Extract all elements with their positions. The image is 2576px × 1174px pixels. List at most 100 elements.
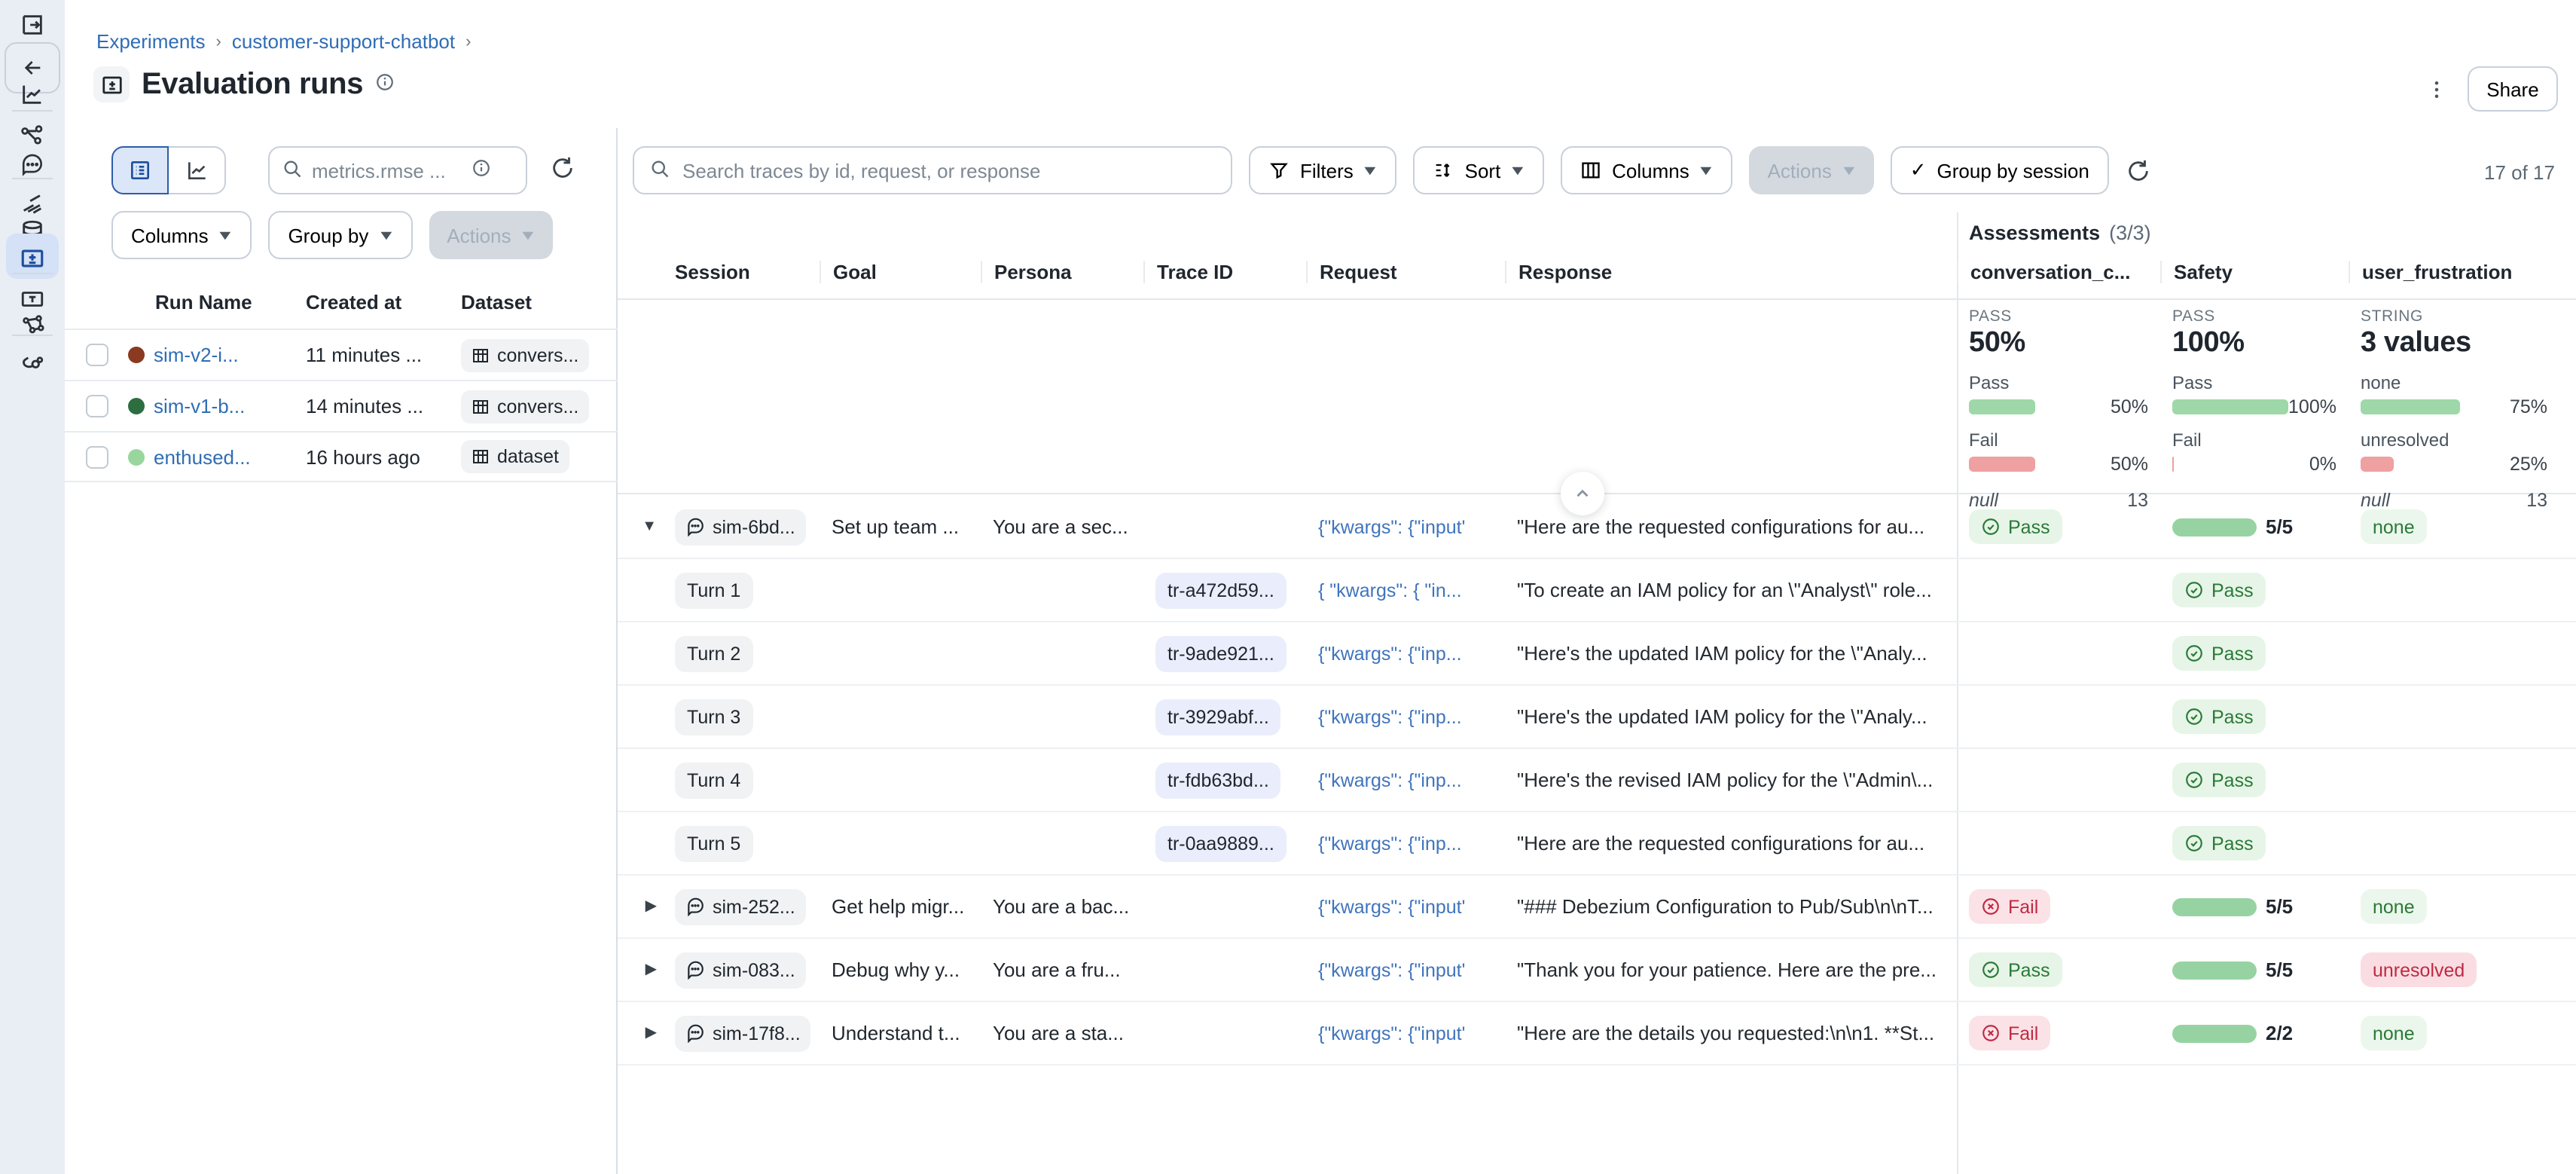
session-row[interactable]: ▶ sim-083... Debug why y... You are a fr… <box>618 939 2576 1002</box>
request-link[interactable]: { "kwargs": { "in... <box>1318 580 1462 601</box>
traces-graph-icon[interactable] <box>17 121 47 151</box>
charts-icon[interactable] <box>17 78 47 109</box>
col-request[interactable]: Request <box>1306 261 1505 283</box>
frustration-chip: none <box>2361 509 2427 544</box>
response-cell: "To create an IAM policy for an \"Analys… <box>1505 579 1957 601</box>
col-dataset[interactable]: Dataset <box>461 291 612 313</box>
left-icon-rail <box>0 0 65 1174</box>
group-by-session-toggle[interactable]: ✓ Group by session <box>1891 146 2109 194</box>
session-chip[interactable]: sim-17f8... <box>675 1015 811 1051</box>
table-view-toggle[interactable] <box>111 146 169 194</box>
frustration-chip: none <box>2361 889 2427 924</box>
run-name-link[interactable]: sim-v1-b... <box>154 395 245 417</box>
turn-row[interactable]: Turn 4 tr-fdb63bd... {"kwargs": {"inp...… <box>618 749 2576 812</box>
col-session[interactable]: Session <box>663 261 819 283</box>
request-link[interactable]: {"kwargs": {"inp... <box>1318 770 1462 791</box>
traces-columns-button[interactable]: Columns▼ <box>1561 146 1732 194</box>
request-link[interactable]: {"kwargs": {"inp... <box>1318 707 1462 728</box>
request-link[interactable]: {"kwargs": {"input' <box>1318 897 1465 918</box>
col-user-frustration[interactable]: user_frustration <box>2349 261 2559 283</box>
sidebar-toggle-icon[interactable] <box>17 9 47 39</box>
dataset-chip[interactable]: convers... <box>461 390 589 423</box>
run-created: 16 hours ago <box>306 445 461 468</box>
share-button[interactable]: Share <box>2468 66 2558 112</box>
response-cell: "Here's the updated IAM policy for the \… <box>1505 705 1957 728</box>
run-row[interactable]: sim-v2-i... 11 minutes ... convers... <box>65 329 618 380</box>
rail-divider <box>12 273 53 274</box>
request-link[interactable]: {"kwargs": {"input' <box>1318 1023 1465 1044</box>
filters-button[interactable]: Filters▼ <box>1249 146 1397 194</box>
run-name-link[interactable]: enthused... <box>154 445 251 468</box>
turn-row[interactable]: Turn 5 tr-0aa9889... {"kwargs": {"inp...… <box>618 812 2576 876</box>
run-checkbox[interactable] <box>85 445 108 468</box>
safety-pass-badge: Pass <box>2172 699 2266 734</box>
col-persona[interactable]: Persona <box>981 261 1143 283</box>
request-link[interactable]: {"kwargs": {"inp... <box>1318 644 1462 665</box>
session-chip[interactable]: sim-252... <box>675 888 806 925</box>
col-conversation[interactable]: conversation_c... <box>1957 261 2160 283</box>
chevron-right-icon[interactable]: ▶ <box>646 1025 657 1041</box>
chevron-right-icon[interactable]: ▶ <box>646 898 657 915</box>
col-response[interactable]: Response <box>1505 261 1957 283</box>
turn-chip: Turn 2 <box>675 635 752 671</box>
run-checkbox[interactable] <box>85 395 108 417</box>
request-link[interactable]: {"kwargs": {"input' <box>1318 517 1465 538</box>
traces-search-input[interactable] <box>682 159 1216 182</box>
request-link[interactable]: {"kwargs": {"inp... <box>1318 833 1462 855</box>
runs-search-input[interactable] <box>312 159 462 182</box>
chevron-down-icon: ▼ <box>216 228 235 243</box>
col-safety[interactable]: Safety <box>2160 261 2349 283</box>
col-run-name[interactable]: Run Name <box>128 291 306 313</box>
run-checkbox[interactable] <box>85 344 108 366</box>
goal-cell: Get help migr... <box>819 895 981 918</box>
col-created-at[interactable]: Created at <box>306 291 461 313</box>
dataset-chip[interactable]: convers... <box>461 338 589 371</box>
rail-divider <box>12 178 53 179</box>
turn-row[interactable]: Turn 2 tr-9ade921... {"kwargs": {"inp...… <box>618 622 2576 686</box>
session-chip[interactable]: sim-083... <box>675 952 806 988</box>
runs-columns-button[interactable]: Columns▼ <box>111 211 252 259</box>
breadcrumb-experiments[interactable]: Experiments <box>96 30 206 53</box>
chart-view-toggle[interactable] <box>169 146 226 194</box>
evaluations-icon[interactable] <box>17 243 47 273</box>
turn-row[interactable]: Turn 1 tr-a472d59... { "kwargs": { "in..… <box>618 559 2576 622</box>
safety-pass-badge: Pass <box>2172 573 2266 607</box>
safety-score-bar <box>2172 961 2257 979</box>
chevron-down-icon[interactable]: ▼ <box>642 518 657 535</box>
request-link[interactable]: {"kwargs": {"input' <box>1318 960 1465 981</box>
run-row[interactable]: enthused... 16 hours ago dataset <box>65 431 618 482</box>
traces-refresh-icon[interactable] <box>2126 157 2151 183</box>
trace-id-chip[interactable]: tr-fdb63bd... <box>1155 762 1281 798</box>
search-info-icon[interactable] <box>472 158 491 182</box>
col-trace-id[interactable]: Trace ID <box>1143 261 1306 283</box>
trace-count: 17 of 17 <box>2484 161 2555 184</box>
chevron-down-icon: ▼ <box>1509 163 1528 178</box>
response-cell: "Here are the requested configurations f… <box>1505 832 1957 855</box>
chat-icon[interactable] <box>17 149 47 179</box>
runs-refresh-icon[interactable] <box>550 155 580 185</box>
chat-bubble-icon <box>685 897 705 916</box>
turn-row[interactable]: Turn 3 tr-3929abf... {"kwargs": {"inp...… <box>618 686 2576 749</box>
title-info-icon[interactable] <box>375 72 395 96</box>
sort-button[interactable]: Sort▼ <box>1414 146 1545 194</box>
session-chip[interactable]: sim-6bd... <box>675 509 806 545</box>
session-row[interactable]: ▶ sim-17f8... Understand t... You are a … <box>618 1002 2576 1065</box>
run-row[interactable]: sim-v1-b... 14 minutes ... convers... <box>65 380 618 431</box>
trace-id-chip[interactable]: tr-0aa9889... <box>1155 825 1286 861</box>
dataset-chip[interactable]: dataset <box>461 440 569 473</box>
trace-id-chip[interactable]: tr-9ade921... <box>1155 635 1286 671</box>
runs-group-by-button[interactable]: Group by▼ <box>268 211 412 259</box>
collapse-summary-button[interactable] <box>1561 472 1604 515</box>
chevron-down-icon: ▼ <box>377 228 395 243</box>
chevron-right-icon[interactable]: ▶ <box>646 962 657 978</box>
trace-id-chip[interactable]: tr-a472d59... <box>1155 572 1286 608</box>
keys-icon[interactable] <box>17 345 47 375</box>
spans-icon[interactable] <box>17 188 47 219</box>
overflow-menu-icon[interactable] <box>2422 75 2449 102</box>
run-name-link[interactable]: sim-v2-i... <box>154 344 239 366</box>
trace-id-chip[interactable]: tr-3929abf... <box>1155 699 1281 735</box>
breadcrumb-experiment-name[interactable]: customer-support-chatbot <box>232 30 455 53</box>
safety-pass-badge: Pass <box>2172 826 2266 861</box>
col-goal[interactable]: Goal <box>819 261 981 283</box>
session-row[interactable]: ▶ sim-252... Get help migr... You are a … <box>618 876 2576 939</box>
